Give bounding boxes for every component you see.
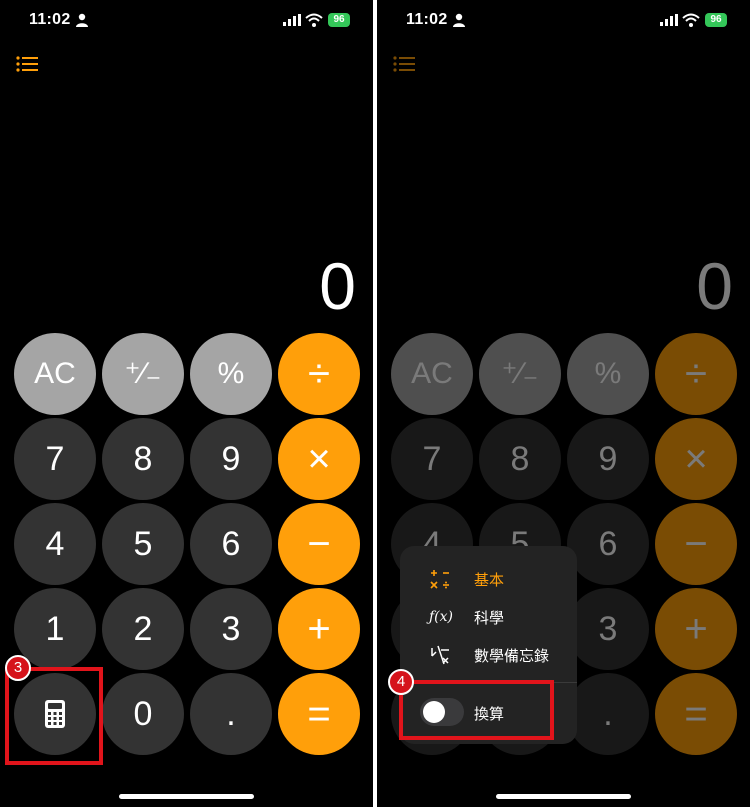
decimal-button[interactable]: . bbox=[190, 673, 272, 755]
battery-indicator: 96 bbox=[705, 13, 727, 27]
status-time: 11:02 bbox=[406, 11, 448, 28]
battery-indicator: 96 bbox=[328, 13, 350, 27]
cellular-signal-icon bbox=[283, 14, 301, 26]
result-display: 0 bbox=[319, 249, 356, 323]
plus-minus-button[interactable]: ⁺∕₋ bbox=[102, 333, 184, 415]
digit-4-button[interactable]: 4 bbox=[14, 503, 96, 585]
digit-2-button[interactable]: 2 bbox=[102, 588, 184, 670]
equals-button[interactable]: = bbox=[278, 673, 360, 755]
minus-button[interactable]: − bbox=[278, 503, 360, 585]
person-icon bbox=[453, 13, 465, 27]
math-notes-icon bbox=[431, 645, 449, 665]
wifi-icon bbox=[682, 13, 700, 27]
menu-label-math-notes: 數學備忘錄 bbox=[474, 648, 550, 665]
step-3-highlight bbox=[5, 667, 103, 765]
status-bar: 11:02 96 bbox=[377, 0, 750, 40]
person-icon bbox=[76, 13, 88, 27]
list-icon[interactable] bbox=[16, 55, 38, 73]
digit-3-button[interactable]: 3 bbox=[190, 588, 272, 670]
menu-item-math-notes[interactable]: 數學備忘錄 bbox=[400, 636, 577, 674]
multiply-button[interactable]: × bbox=[278, 418, 360, 500]
digit-7-button[interactable]: 7 bbox=[14, 418, 96, 500]
step-4-badge: 4 bbox=[388, 669, 414, 695]
menu-label-scientific: 科學 bbox=[474, 610, 505, 627]
digit-6-button[interactable]: 6 bbox=[190, 503, 272, 585]
divide-button[interactable]: ÷ bbox=[278, 333, 360, 415]
home-indicator bbox=[496, 794, 631, 799]
cellular-signal-icon bbox=[660, 14, 678, 26]
digit-9-button[interactable]: 9 bbox=[190, 418, 272, 500]
step-3-badge: 3 bbox=[5, 655, 31, 681]
home-indicator bbox=[119, 794, 254, 799]
step-4-highlight bbox=[399, 680, 554, 740]
digit-5-button[interactable]: 5 bbox=[102, 503, 184, 585]
function-icon: ƒ(x) bbox=[429, 609, 454, 625]
digit-0-button[interactable]: 0 bbox=[102, 673, 184, 755]
wifi-icon bbox=[305, 13, 323, 27]
percent-button[interactable]: % bbox=[190, 333, 272, 415]
digit-8-button[interactable]: 8 bbox=[102, 418, 184, 500]
status-time: 11:02 bbox=[29, 11, 71, 28]
menu-item-basic[interactable]: 基本 bbox=[400, 560, 577, 598]
menu-item-scientific[interactable]: ƒ(x) 科學 bbox=[400, 598, 577, 636]
basic-calculator-icon bbox=[430, 570, 449, 589]
all-clear-button[interactable]: AC bbox=[14, 333, 96, 415]
calculator-screen-right: 11:02 96 0 AC ⁺∕₋ % ÷ 7 8 9 × 4 5 6 − 1 … bbox=[377, 0, 750, 807]
plus-button[interactable]: + bbox=[278, 588, 360, 670]
status-bar: 11:02 96 bbox=[0, 0, 373, 40]
menu-label-basic: 基本 bbox=[474, 572, 505, 589]
calculator-screen-left: 11:02 96 0 AC ⁺∕₋ % ÷ 7 8 9 × 4 5 6 − 1 … bbox=[0, 0, 373, 807]
